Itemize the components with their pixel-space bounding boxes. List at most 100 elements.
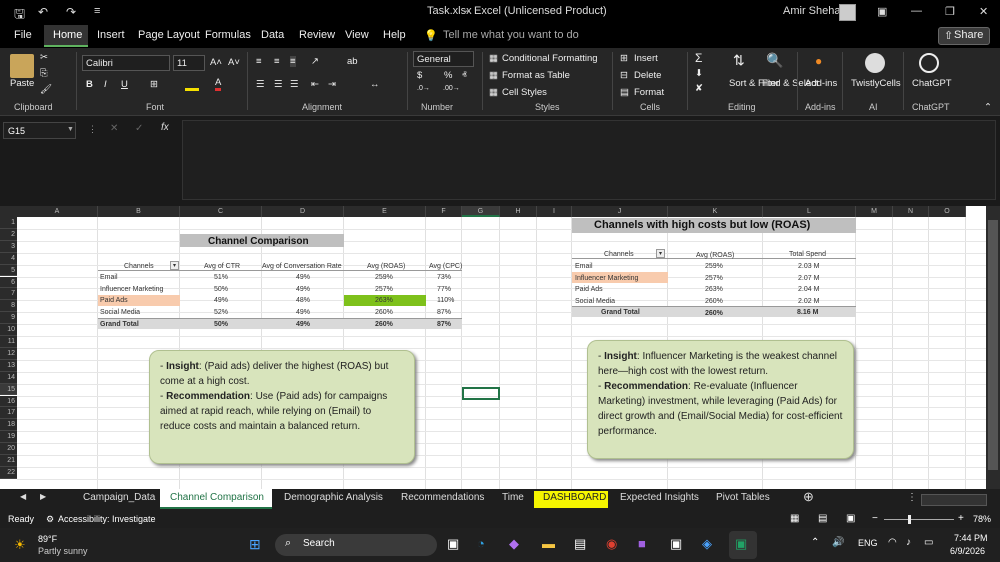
wifi-icon[interactable]: ◠ <box>888 537 897 548</box>
row-header[interactable]: 19 <box>0 431 17 444</box>
row-header[interactable]: 13 <box>0 359 17 372</box>
addins-button[interactable]: Add-ins <box>805 78 837 89</box>
chrome-icon[interactable]: ◉ <box>606 536 617 552</box>
tab-time[interactable]: Time <box>502 492 524 503</box>
restore-icon[interactable]: ❐ <box>945 5 955 18</box>
tab-recommendations[interactable]: Recommendations <box>401 492 484 503</box>
row-header[interactable]: 1 <box>0 217 17 229</box>
row-header[interactable]: 14 <box>0 371 17 384</box>
t1-cell[interactable]: 48% <box>296 295 310 306</box>
fill-icon[interactable]: ⬇ <box>695 68 703 79</box>
row-header[interactable]: 4 <box>0 252 17 265</box>
insert-function-icon[interactable]: fx <box>161 122 169 133</box>
excel-taskbar-icon[interactable]: ▣ <box>735 536 747 552</box>
decrease-decimal-icon[interactable]: .00→ <box>443 85 460 92</box>
t1-cell[interactable]: Social Media <box>100 307 140 318</box>
menu-review[interactable]: Review <box>299 29 335 41</box>
name-box[interactable]: G15 ▼ <box>3 122 76 139</box>
align-bottom-icon[interactable]: ≡ <box>290 56 296 67</box>
copy-icon[interactable]: ⎘ <box>40 68 48 79</box>
edge-icon[interactable]: ◔ <box>477 536 485 551</box>
t2-cell[interactable]: 259% <box>705 261 723 272</box>
row-header[interactable]: 16 <box>0 395 17 408</box>
percent-icon[interactable]: % <box>444 70 452 81</box>
page-break-view-icon[interactable]: ▣ <box>846 513 855 524</box>
format-painter-icon[interactable]: 🖌 <box>40 84 52 95</box>
twistlycells-button[interactable]: TwistlyCells <box>851 78 901 89</box>
store-icon[interactable]: ▤ <box>574 536 586 552</box>
column-header[interactable]: B <box>98 206 180 217</box>
decrease-indent-icon[interactable]: ⇤ <box>311 79 319 90</box>
horizontal-scrollbar[interactable] <box>921 494 987 506</box>
conditional-formatting-icon[interactable]: ▦ <box>489 53 498 64</box>
paste-label[interactable]: Paste <box>10 78 34 89</box>
t1-cell[interactable]: 257% <box>375 284 393 295</box>
clock-time[interactable]: 7:44 PM <box>954 533 988 543</box>
shrink-font-icon[interactable]: A˅ <box>228 57 240 68</box>
wrap-text-icon[interactable]: ab <box>347 56 358 67</box>
column-header[interactable]: G <box>462 206 500 217</box>
t2-cell[interactable]: 2.04 M <box>798 284 819 295</box>
t2-cell[interactable]: Email <box>575 261 593 272</box>
menu-data[interactable]: Data <box>261 29 284 41</box>
align-right-icon[interactable]: ☰ <box>290 79 299 90</box>
column-header[interactable]: H <box>500 206 537 217</box>
row-header[interactable]: 17 <box>0 407 17 420</box>
paste-icon[interactable] <box>10 54 34 78</box>
font-size-dropdown[interactable]: 11 <box>173 55 205 71</box>
addins-icon[interactable]: ● <box>815 54 822 68</box>
terminal-icon[interactable]: ▣ <box>670 536 682 552</box>
redo-icon[interactable]: ↷ <box>66 5 76 19</box>
twistlycells-icon[interactable] <box>865 53 885 73</box>
vscode-icon[interactable]: ◈ <box>702 536 712 552</box>
t2-cell[interactable]: 260% <box>705 296 723 307</box>
borders-icon[interactable]: ⊞ <box>150 79 158 90</box>
column-header[interactable]: C <box>180 206 262 217</box>
row-header[interactable]: 15 <box>0 383 17 396</box>
zoom-slider-thumb[interactable] <box>908 515 911 524</box>
weather-temp[interactable]: 89°F <box>38 534 57 544</box>
tray-chevron-icon[interactable]: ⌃ <box>811 537 819 548</box>
insert-cells-button[interactable]: Insert <box>634 53 658 64</box>
format-cells-button[interactable]: Format <box>634 87 664 98</box>
italic-icon[interactable]: I <box>104 79 107 90</box>
column-header[interactable]: L <box>763 206 856 217</box>
collapse-ribbon-icon[interactable]: ⌃ <box>984 102 992 113</box>
tab-channel-comparison[interactable]: Channel Comparison <box>170 492 264 503</box>
zoom-out-icon[interactable]: − <box>872 513 878 524</box>
row-header[interactable]: 9 <box>0 312 17 325</box>
column-header[interactable]: F <box>426 206 462 217</box>
tab-campaign-data[interactable]: Campaign_Data <box>83 492 155 503</box>
number-format-dropdown[interactable]: General <box>413 51 474 67</box>
t1-cell[interactable]: 73% <box>437 272 451 283</box>
page-layout-view-icon[interactable]: ▤ <box>818 513 827 524</box>
close-icon[interactable]: ✕ <box>979 5 988 18</box>
underline-icon[interactable]: U <box>121 79 128 90</box>
t1-cell[interactable]: Email <box>100 272 118 283</box>
comma-icon[interactable]: ⱏ <box>462 70 467 81</box>
t2-cell[interactable]: 2.03 M <box>798 261 819 272</box>
t1-cell[interactable]: 259% <box>375 272 393 283</box>
column-header[interactable]: J <box>572 206 668 217</box>
ribbon-display-icon[interactable]: ▣ <box>877 5 887 18</box>
tab-dashboard[interactable]: DASHBOARD <box>543 492 606 503</box>
selected-cell[interactable] <box>462 387 500 400</box>
font-color-icon[interactable]: A <box>215 77 222 91</box>
chatgpt-button[interactable]: ChatGPT <box>912 78 952 89</box>
row-header[interactable]: 22 <box>0 466 17 479</box>
menu-home[interactable]: Home <box>53 29 82 41</box>
copilot-icon[interactable]: ◆ <box>509 536 519 552</box>
column-header[interactable]: O <box>929 206 966 217</box>
row-header[interactable]: 10 <box>0 324 17 336</box>
sort-filter-icon[interactable]: ⇅ <box>733 52 745 69</box>
row-header[interactable]: 21 <box>0 455 17 467</box>
row-header[interactable]: 5 <box>0 264 17 277</box>
normal-view-icon[interactable]: ▦ <box>790 513 799 524</box>
chatgpt-icon[interactable] <box>919 53 939 73</box>
merge-center-icon[interactable]: ↔ <box>370 79 380 90</box>
insert-cells-icon[interactable]: ⊞ <box>620 53 628 64</box>
worksheet-grid[interactable]: ABCDEFGHIJKLMNO 1 2 3 4 5 6 7 8 9 10 11 12 13 14 15 16 1… <box>0 206 1000 489</box>
t2-cell[interactable]: Social Media <box>575 296 615 307</box>
language-indicator[interactable]: ENG <box>858 538 878 548</box>
tab-options-icon[interactable]: ⋮ <box>907 492 917 503</box>
